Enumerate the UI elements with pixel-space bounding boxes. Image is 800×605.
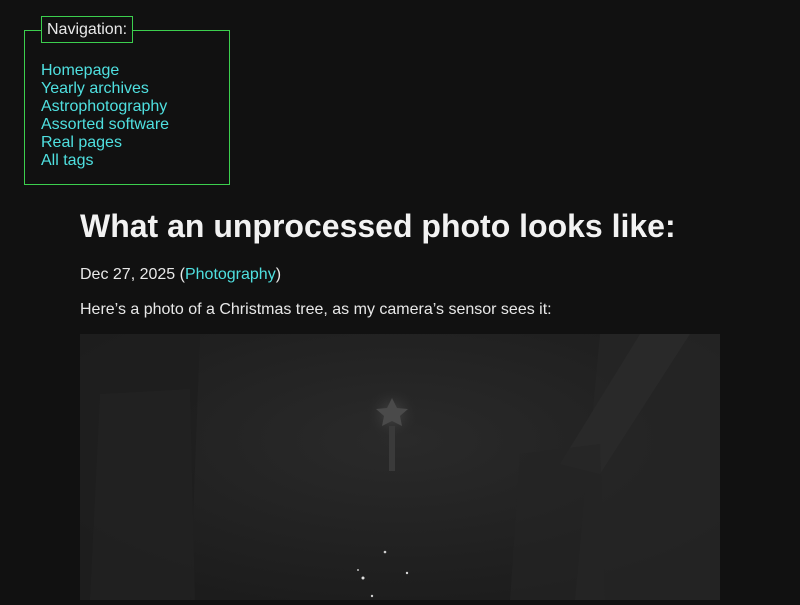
nav-item-real-pages: Real pages [41,134,169,152]
nav-link-real-pages[interactable]: Real pages [41,134,122,151]
navigation-box: Navigation: Homepage Yearly archives Ast… [24,16,230,185]
article: What an unprocessed photo looks like: De… [80,206,720,336]
nav-item-yearly-archives: Yearly archives [41,80,169,98]
nav-item-astrophotography: Astrophotography [41,98,169,116]
nav-item-assorted-software: Assorted software [41,116,169,134]
article-meta: Dec 27, 2025 (Photography) [80,266,720,284]
nav-item-homepage: Homepage [41,62,169,80]
tag-link-photography[interactable]: Photography [185,266,276,283]
navigation-list: Homepage Yearly archives Astrophotograph… [41,62,169,170]
raw-photo-christmas-tree [80,334,720,600]
nav-link-astrophotography[interactable]: Astrophotography [41,98,167,115]
raw-photo-image [80,334,720,600]
nav-link-all-tags[interactable]: All tags [41,152,93,169]
nav-link-yearly-archives[interactable]: Yearly archives [41,80,149,97]
article-intro: Here’s a photo of a Christmas tree, as m… [80,301,552,318]
article-title: What an unprocessed photo looks like: [80,208,676,244]
navigation-legend: Navigation: [41,16,134,43]
article-date: Dec 27, 2025 [80,266,176,283]
nav-item-all-tags: All tags [41,152,169,170]
paren-close: ) [275,266,282,283]
paren-open: ( [175,266,185,283]
nav-link-homepage[interactable]: Homepage [41,62,119,79]
nav-link-assorted-software[interactable]: Assorted software [41,116,169,133]
